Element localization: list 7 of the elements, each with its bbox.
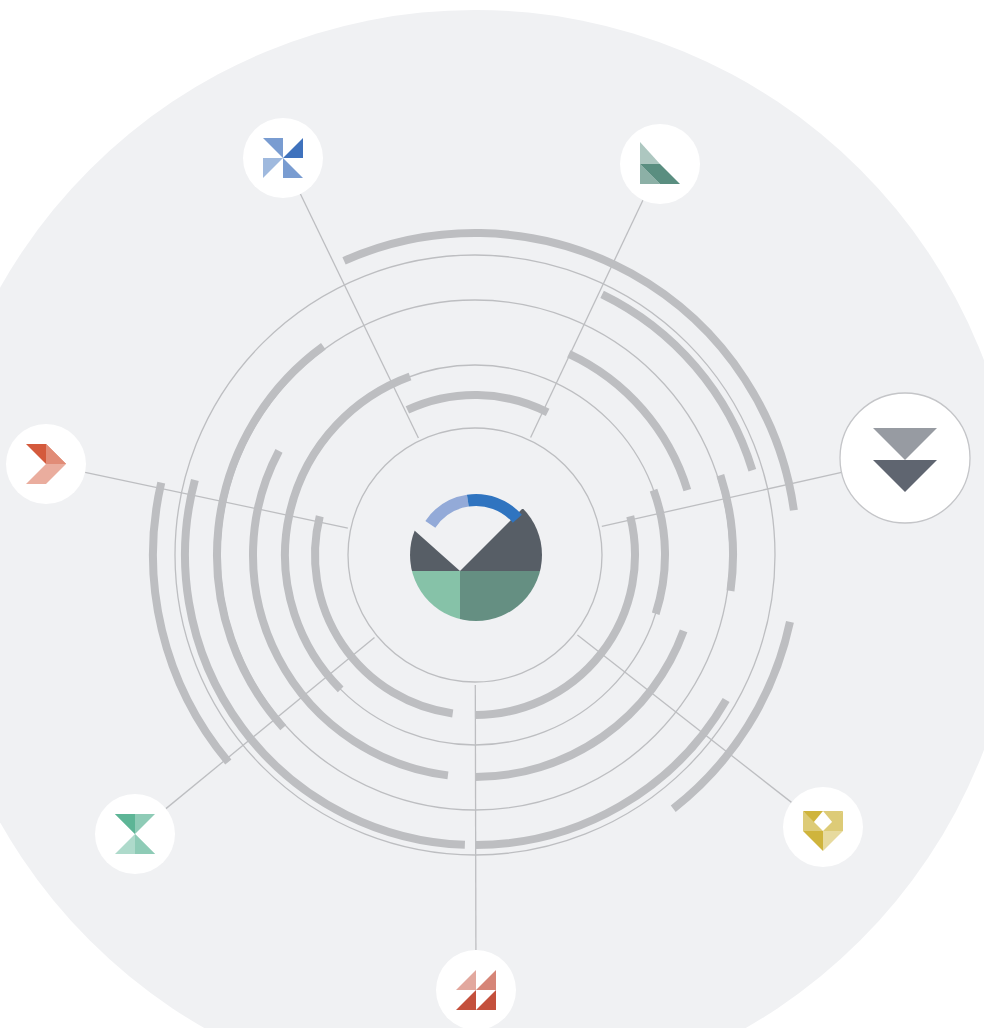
diamond-icon: [803, 811, 843, 851]
chevron-down-icon: [873, 428, 937, 492]
corner-icon: [640, 142, 680, 184]
zigzag-icon: [456, 970, 496, 1010]
pinwheel-icon: [263, 138, 303, 178]
arrow-icon: [26, 444, 66, 484]
hourglass-icon: [115, 814, 155, 854]
